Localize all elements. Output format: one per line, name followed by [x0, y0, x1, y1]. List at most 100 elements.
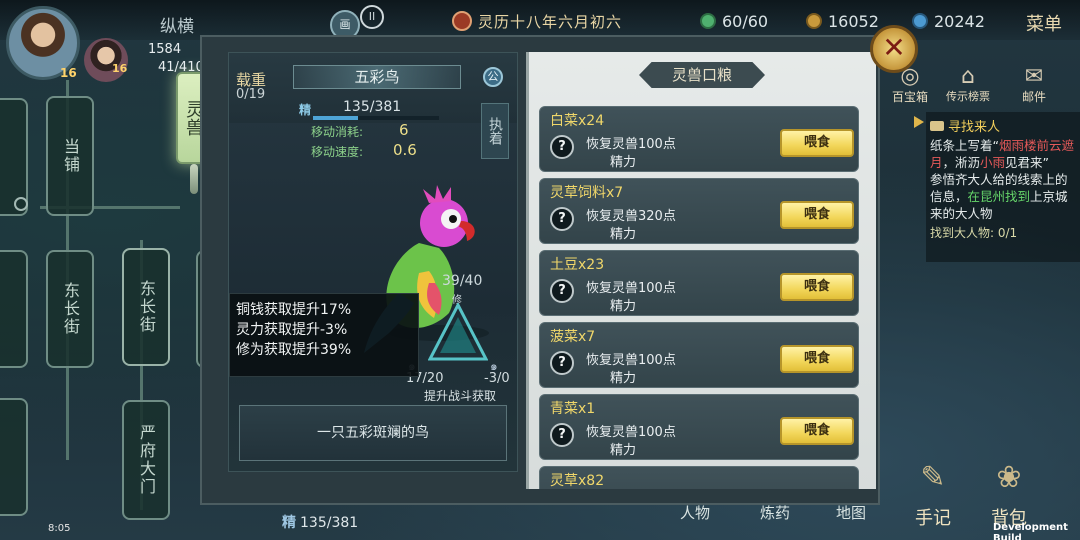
food-name: 白菜x24	[550, 113, 605, 129]
info-icon[interactable]: ?	[550, 207, 574, 231]
food-item: 灵草饲料x7? 恢复灵兽320点 精力 喂食	[539, 178, 859, 244]
nav-alchemy[interactable]: 炼药	[760, 502, 790, 523]
spirit-bar	[313, 116, 439, 120]
evolution-right-value: -3/0	[484, 371, 510, 386]
companion-avatar[interactable]	[84, 38, 128, 82]
food-item: 土豆x23? 恢复灵兽100点 精力 喂食	[539, 250, 859, 316]
spirit-stone-icon	[912, 13, 928, 29]
food-effect-unit: 精力	[610, 227, 637, 242]
house-icon: ⌂	[961, 64, 975, 89]
gender-icon[interactable]: 公	[483, 67, 503, 87]
food-item: 白菜x24? 恢复灵兽100点 精力 喂食	[539, 106, 859, 172]
food-effect-unit: 精力	[610, 155, 637, 170]
food-name: 青菜x1	[550, 401, 596, 417]
food-item: 灵草x82	[539, 466, 859, 489]
food-effect-unit: 精力	[610, 371, 637, 386]
weight-value: 0/19	[236, 87, 266, 102]
transmission-button[interactable]: ⌂ 传示榜票	[946, 64, 990, 104]
resource-energy: 60/60	[700, 10, 768, 32]
spirit-bar-fill	[313, 116, 358, 120]
food-name: 土豆x23	[550, 257, 605, 273]
map-node-dongchangjie[interactable]: 东长街	[46, 250, 94, 368]
quest-body: 纸条上写着“烟雨楼前云遮月，淅沥小雨见君来” 参悟齐大人给的线索上的信息，在昆州…	[930, 138, 1074, 221]
feed-button[interactable]: 喂食	[780, 129, 854, 157]
food-effect-unit: 精力	[610, 299, 637, 314]
calendar-icon	[452, 11, 472, 31]
feed-button[interactable]: 喂食	[780, 273, 854, 301]
bonus-spirit: 灵力获取提升-3%	[236, 322, 348, 338]
evolution-description: 提升战斗获取	[424, 389, 497, 403]
food-panel-title: 灵兽口粮	[639, 62, 765, 88]
nav-dot-icon[interactable]	[14, 197, 28, 211]
evolution-progress: 39/40	[442, 273, 483, 289]
tassel-decoration	[190, 164, 198, 194]
feed-button[interactable]: 喂食	[780, 417, 854, 445]
companion-level: 16	[112, 62, 128, 75]
food-name: 菠菜x7	[550, 329, 596, 345]
bag-icon: ❀	[996, 460, 1022, 495]
food-effect: 恢复灵兽100点	[586, 281, 676, 296]
food-name: 灵草饲料x7	[550, 185, 624, 201]
journal-button[interactable]: ✎ 手记	[900, 460, 966, 530]
food-panel: 灵兽口粮 白菜x24? 恢复灵兽100点 精力 喂食 灵草饲料x7? 恢复灵兽32…	[526, 52, 876, 489]
food-effect: 恢复灵兽100点	[586, 137, 676, 152]
food-effect: 恢复灵兽100点	[586, 425, 676, 440]
bonus-copper: 铜钱获取提升17%	[236, 302, 352, 318]
move-speed-label: 移动速度:	[311, 145, 364, 159]
food-effect: 恢复灵兽320点	[586, 209, 676, 224]
tab-zhizhuo[interactable]: 执着	[481, 103, 509, 159]
food-item: 菠菜x7? 恢复灵兽100点 精力 喂食	[539, 322, 859, 388]
info-icon[interactable]: ?	[550, 135, 574, 159]
pet-name: 五彩鸟	[293, 65, 461, 89]
bag-button[interactable]: ❀ 背包	[976, 460, 1042, 530]
player-level: 16	[60, 66, 77, 80]
move-cost-label: 移动消耗:	[311, 125, 364, 139]
nav-map[interactable]: 地图	[836, 502, 866, 523]
map-node-yanfu-gate[interactable]: 严府大门	[122, 400, 170, 520]
pet-info-panel: 载重 0/19 五彩鸟 公 精 135/381 移动消耗: 6 移动速度: 0.…	[228, 52, 518, 472]
map-node[interactable]	[0, 250, 28, 368]
bottom-spirit: 精 135/381	[282, 515, 359, 531]
food-name: 灵草x82	[550, 473, 605, 489]
food-item: 青菜x1? 恢复灵兽100点 精力 喂食	[539, 394, 859, 460]
close-button[interactable]: ✕	[870, 25, 918, 73]
menu-button[interactable]: 菜单	[1026, 10, 1062, 36]
food-effect-unit: 精力	[610, 443, 637, 458]
info-icon[interactable]: ?	[550, 423, 574, 447]
resource-coin: 16052	[806, 10, 879, 32]
food-effect: 恢复灵兽100点	[586, 353, 676, 368]
brush-icon: ✎	[920, 460, 946, 495]
quest-progress: 找到大人物: 0/1	[930, 226, 1018, 240]
parrot-crest	[423, 185, 451, 203]
move-speed-value: 0.6	[393, 141, 417, 159]
triangle-stat-icon	[428, 303, 488, 361]
feed-button[interactable]: 喂食	[780, 345, 854, 373]
info-icon[interactable]: ?	[550, 279, 574, 303]
game-date: 灵历十八年六月初六	[478, 13, 623, 31]
quest-tracker[interactable]: 寻找来人 纸条上写着“烟雨楼前云遮月，淅沥小雨见君来” 参悟齐大人给的线索上的信…	[926, 112, 1080, 262]
map-node-dongchangjie-current[interactable]: 东长街	[122, 248, 170, 366]
scroll-icon	[930, 121, 944, 131]
map-node-dangpu[interactable]: 当铺	[46, 96, 94, 216]
bonus-cultivation: 修为获取提升39%	[236, 342, 352, 358]
spirit-label: 精	[299, 103, 312, 117]
pause-button[interactable]: II	[360, 5, 384, 29]
move-cost-value: 6	[399, 121, 409, 139]
feed-button[interactable]: 喂食	[780, 201, 854, 229]
evolution-panel: 39/40 修 ๑ ๑ 17/20 -3/0 提升战斗获取	[404, 273, 514, 413]
companion-hp-value: 41/410	[158, 60, 204, 75]
hp-value: 1584	[148, 42, 182, 57]
dev-build-label: Development Build	[993, 522, 1068, 540]
bonus-tooltip: 铜钱获取提升17% 灵力获取提升-3% 修为获取提升39%	[229, 293, 419, 377]
resource-spirit-stone: 20242	[912, 10, 985, 32]
info-icon[interactable]: ?	[550, 351, 574, 375]
map-node[interactable]	[0, 398, 28, 516]
mail-button[interactable]: ✉ 邮件	[1012, 64, 1056, 105]
coin-icon	[806, 13, 822, 29]
energy-icon	[700, 13, 716, 29]
nav-character[interactable]: 人物	[680, 502, 710, 523]
tab-zongheng[interactable]: 纵横	[160, 12, 194, 37]
spirit-value: 135/381	[343, 99, 402, 115]
parrot-eye	[449, 215, 457, 223]
pet-description: 一只五彩斑斓的鸟	[239, 405, 507, 461]
